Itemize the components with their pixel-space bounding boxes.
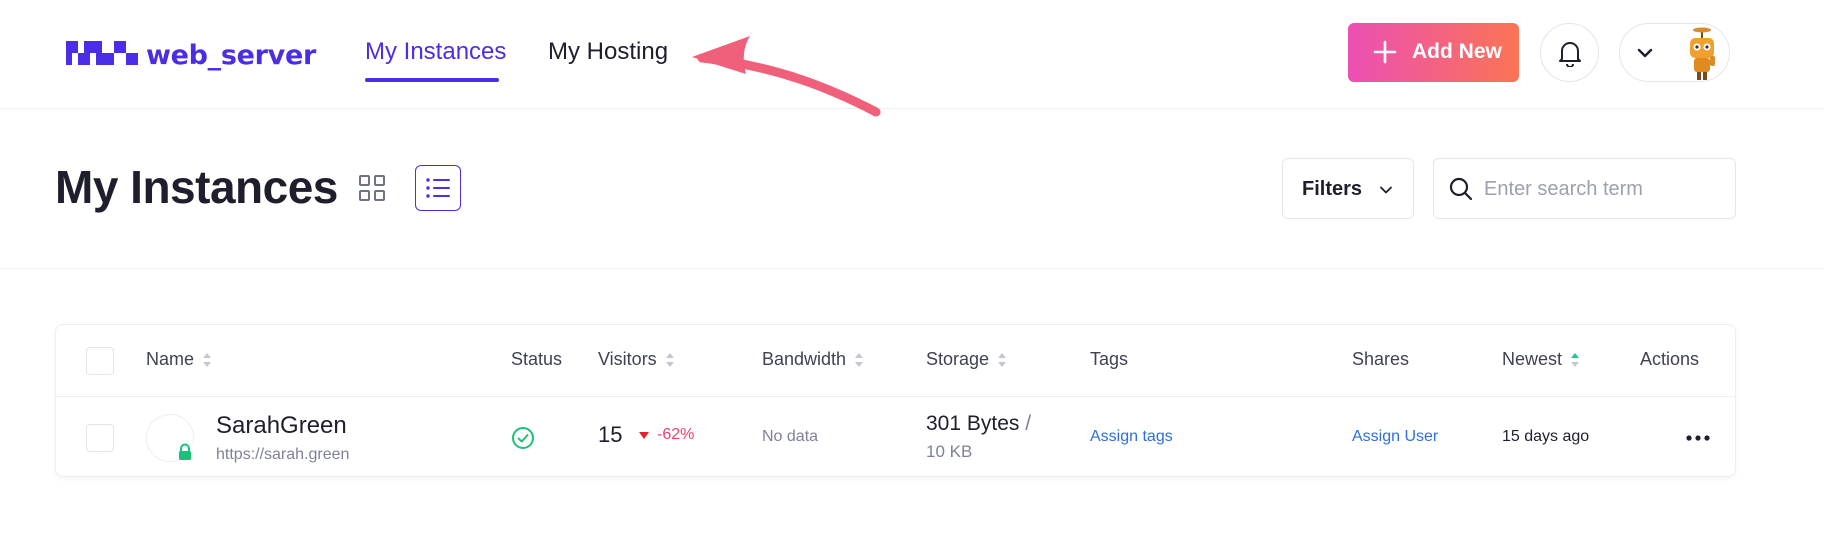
chevron-down-icon [1637, 48, 1653, 58]
plus-icon [1373, 40, 1397, 64]
user-menu-button[interactable] [1619, 23, 1730, 82]
trend-down-icon [639, 431, 649, 439]
column-header-shares: Shares [1352, 349, 1409, 370]
active-tab-indicator [365, 78, 499, 82]
list-icon [426, 178, 450, 198]
column-header-bandwidth[interactable]: Bandwidth [762, 349, 864, 370]
logo-mark-icon [66, 40, 138, 65]
bandwidth-value: No data [762, 428, 819, 445]
created-date: 15 days ago [1502, 428, 1590, 445]
storage-used: 301 Bytes / [926, 412, 1031, 436]
column-header-name[interactable]: Name [146, 349, 212, 370]
grid-view-icon[interactable] [358, 174, 386, 202]
visitors-trend: -62% [639, 426, 694, 444]
column-newest-label: Newest [1502, 349, 1563, 369]
table-header: Name Status Visitors Bandwidth Storage T… [56, 325, 1735, 397]
add-new-button[interactable]: Add New [1348, 23, 1519, 82]
instances-table: Name Status Visitors Bandwidth Storage T… [55, 324, 1736, 477]
sort-icon [855, 352, 864, 367]
notifications-button[interactable] [1540, 23, 1599, 82]
filters-dropdown[interactable]: Filters [1282, 158, 1414, 219]
column-header-newest[interactable]: Newest [1502, 349, 1580, 370]
column-visitors-label: Visitors [598, 349, 657, 369]
search-field[interactable] [1433, 158, 1736, 219]
more-actions-icon[interactable] [1683, 428, 1713, 448]
column-header-visitors[interactable]: Visitors [598, 349, 675, 370]
site-url[interactable]: https://sarah.green [216, 446, 349, 464]
sort-icon [998, 352, 1007, 367]
column-status-label: Status [511, 349, 563, 369]
search-icon [1449, 177, 1473, 201]
page-title: My Instances [55, 161, 338, 213]
search-input[interactable] [1484, 173, 1724, 205]
chevron-down-icon [1380, 186, 1392, 194]
list-view-button[interactable] [415, 165, 461, 211]
column-header-storage[interactable]: Storage [926, 349, 1007, 370]
brand-name: web_server [146, 40, 317, 71]
column-tags-label: Tags [1090, 349, 1129, 369]
visitors-count: 15 [598, 422, 623, 447]
storage-used-value: 301 Bytes [926, 412, 1020, 435]
visitors-change: -62% [657, 426, 695, 443]
select-all-checkbox[interactable] [86, 347, 114, 375]
brand-logo[interactable]: web_server [66, 40, 316, 71]
sort-ascending-icon [1571, 352, 1580, 367]
column-name-label: Name [146, 349, 195, 369]
assign-user-link[interactable]: Assign User [1352, 428, 1438, 446]
column-storage-label: Storage [926, 349, 990, 369]
top-bar: web_server My Instances My Hosting Add N… [0, 0, 1824, 109]
nav-tab-my-hosting[interactable]: My Hosting [548, 38, 668, 66]
status-online-icon [512, 427, 534, 449]
robot-avatar-icon [1690, 27, 1715, 80]
row-checkbox[interactable] [86, 424, 114, 452]
column-bandwidth-label: Bandwidth [762, 349, 847, 369]
sort-icon [665, 352, 674, 367]
storage-separator: / [1025, 412, 1032, 435]
section-divider [0, 268, 1824, 269]
assign-tags-link[interactable]: Assign tags [1090, 428, 1173, 446]
column-shares-label: Shares [1352, 349, 1410, 369]
storage-total: 10 KB [926, 442, 973, 461]
ssl-lock-icon [173, 440, 197, 464]
annotation-arrow [692, 36, 881, 117]
add-new-label: Add New [1412, 40, 1502, 63]
nav-tab-my-instances[interactable]: My Instances [365, 38, 506, 66]
table-row[interactable]: SarahGreen https://sarah.green 15 -62% N… [56, 398, 1735, 477]
site-name[interactable]: SarahGreen [216, 412, 347, 440]
bell-icon [1558, 41, 1581, 67]
filters-label: Filters [1302, 178, 1363, 200]
column-header-tags: Tags [1090, 349, 1128, 370]
column-header-status: Status [511, 349, 562, 370]
column-header-actions: Actions [1640, 349, 1699, 370]
column-actions-label: Actions [1640, 349, 1700, 369]
sort-icon [203, 352, 212, 367]
